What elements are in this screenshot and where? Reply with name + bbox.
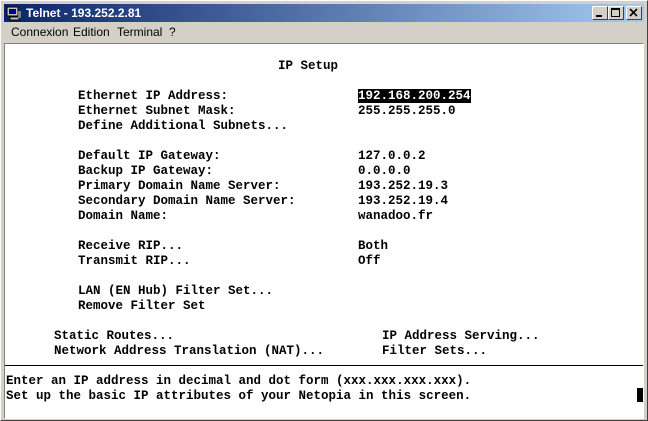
field-label-ethernet-ip: Ethernet IP Address: bbox=[78, 89, 229, 103]
field-label-backup-gateway: Backup IP Gateway: bbox=[78, 164, 214, 178]
terminal-screen[interactable]: IP Setup Ethernet IP Address: 192.168.20… bbox=[4, 43, 644, 419]
close-button[interactable] bbox=[626, 6, 642, 20]
receive-rip-value: Both bbox=[358, 239, 389, 253]
help-divider bbox=[5, 365, 643, 366]
menu-bar: Connexion Edition Terminal ? bbox=[4, 23, 644, 42]
help-line: Enter an IP address in decimal and dot f… bbox=[6, 374, 472, 388]
menu-help[interactable]: ? bbox=[169, 25, 176, 40]
field-label-secondary-dns: Secondary Domain Name Server: bbox=[78, 194, 296, 208]
title-bar[interactable]: Telnet - 193.252.2.81 bbox=[4, 4, 644, 22]
backup-gateway-input[interactable]: 0.0.0.0 bbox=[358, 164, 411, 178]
menu-connexion[interactable]: Connexion bbox=[11, 25, 68, 40]
minimize-button[interactable] bbox=[592, 6, 608, 20]
nat-link[interactable]: Network Address Translation (NAT)... bbox=[54, 344, 324, 358]
transmit-rip-link[interactable]: Transmit RIP... bbox=[78, 254, 191, 268]
ethernet-ip-input[interactable]: 192.168.200.254 bbox=[358, 89, 471, 103]
subnet-mask-input[interactable]: 255.255.255.0 bbox=[358, 104, 456, 118]
minimize-icon bbox=[596, 15, 602, 17]
menu-edition[interactable]: Edition bbox=[73, 25, 110, 40]
lan-filter-set-link[interactable]: LAN (EN Hub) Filter Set... bbox=[78, 284, 273, 298]
menu-terminal[interactable]: Terminal bbox=[117, 25, 162, 40]
static-routes-link[interactable]: Static Routes... bbox=[54, 329, 174, 343]
transmit-rip-value: Off bbox=[358, 254, 381, 268]
define-additional-subnets-link[interactable]: Define Additional Subnets... bbox=[78, 119, 288, 133]
help-line: Set up the basic IP attributes of your N… bbox=[6, 389, 472, 403]
remove-filter-set-link[interactable]: Remove Filter Set bbox=[78, 299, 206, 313]
field-label-default-gateway: Default IP Gateway: bbox=[78, 149, 221, 163]
screen-title: IP Setup bbox=[278, 59, 339, 73]
field-label-primary-dns: Primary Domain Name Server: bbox=[78, 179, 281, 193]
receive-rip-link[interactable]: Receive RIP... bbox=[78, 239, 183, 253]
telnet-window: Telnet - 193.252.2.81 Connexion Edition … bbox=[0, 0, 648, 421]
window-title: Telnet - 193.252.2.81 bbox=[26, 6, 142, 20]
filter-sets-link[interactable]: Filter Sets... bbox=[382, 344, 487, 358]
terminal-cursor bbox=[637, 388, 643, 402]
domain-name-input[interactable]: wanadoo.fr bbox=[358, 209, 433, 223]
secondary-dns-input[interactable]: 193.252.19.4 bbox=[358, 194, 448, 208]
field-label-subnet-mask: Ethernet Subnet Mask: bbox=[78, 104, 236, 118]
close-icon bbox=[629, 8, 638, 17]
primary-dns-input[interactable]: 193.252.19.3 bbox=[358, 179, 448, 193]
ip-address-serving-link[interactable]: IP Address Serving... bbox=[382, 329, 540, 343]
default-gateway-input[interactable]: 127.0.0.2 bbox=[358, 149, 426, 163]
maximize-button[interactable] bbox=[608, 6, 624, 20]
maximize-icon bbox=[611, 8, 620, 17]
field-label-domain-name: Domain Name: bbox=[78, 209, 169, 223]
telnet-icon bbox=[6, 5, 22, 21]
